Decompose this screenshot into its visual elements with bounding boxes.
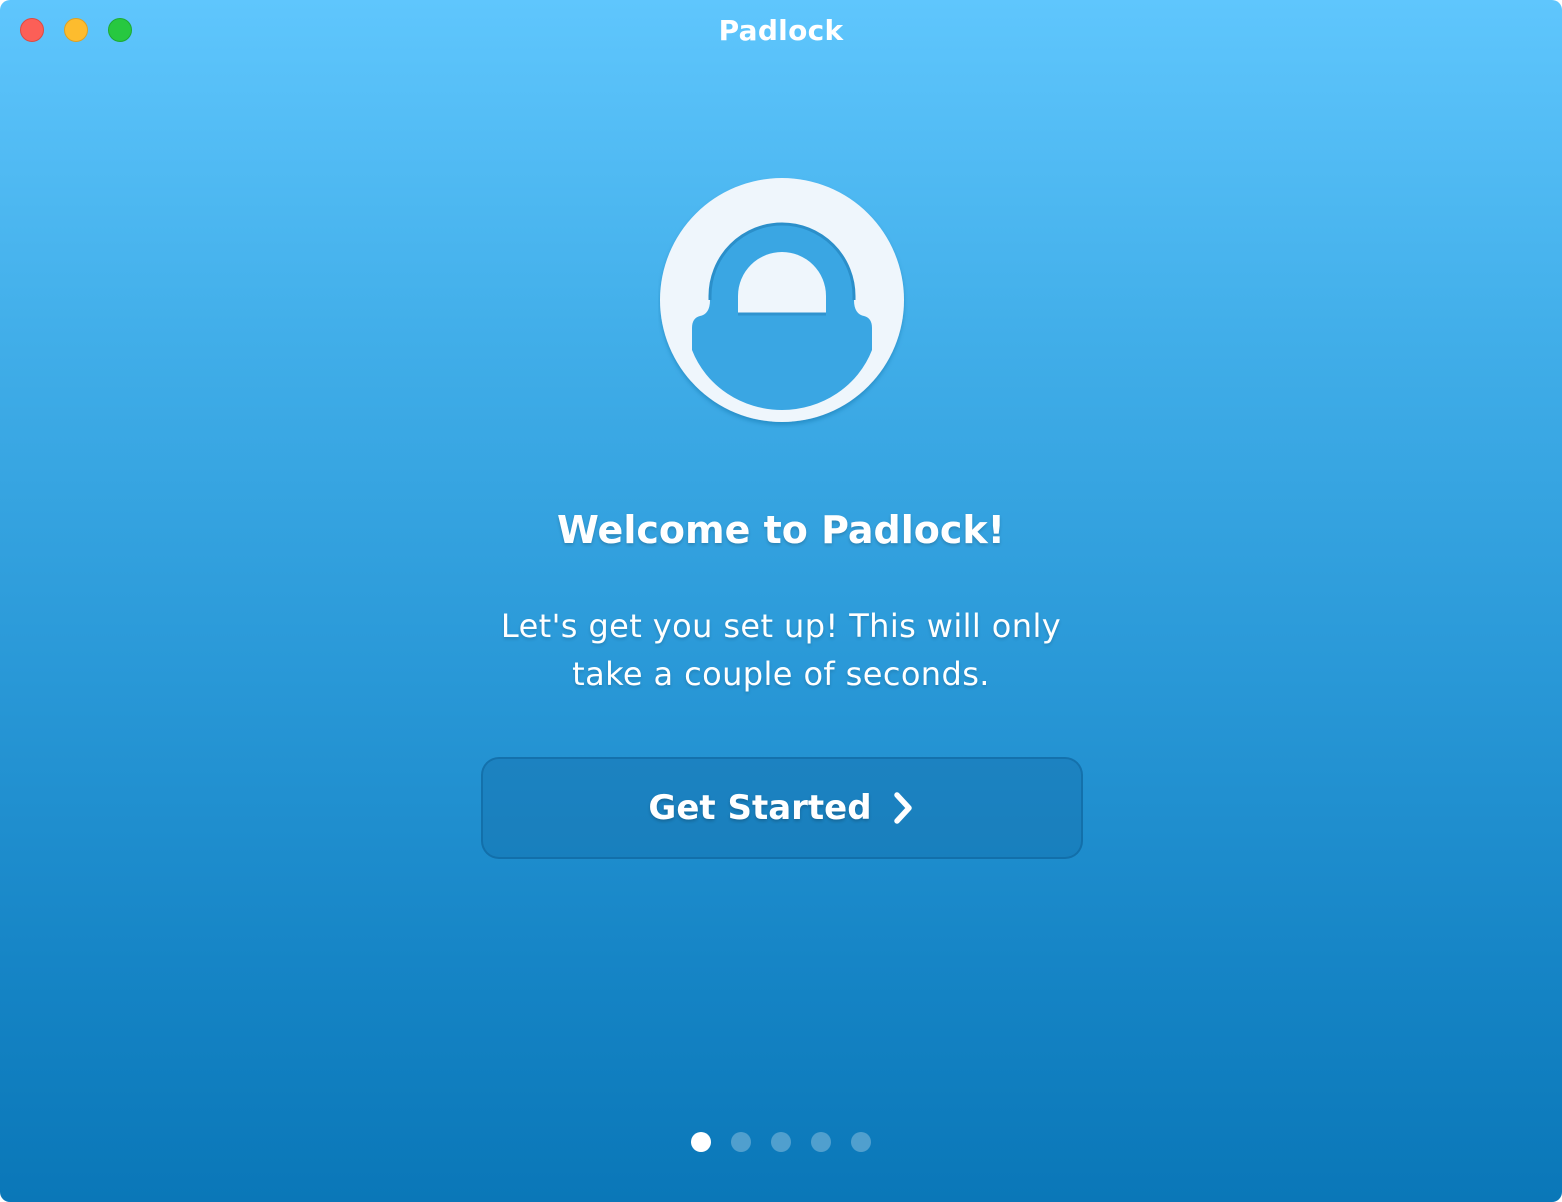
page-dot-1[interactable] [691, 1132, 711, 1152]
subtitle-line-1: Let's get you set up! This will only [500, 607, 1062, 645]
page-dot-5[interactable] [851, 1132, 871, 1152]
chevron-right-icon [893, 792, 912, 824]
welcome-subtitle: Let's get you set up! This will only tak… [481, 602, 1081, 698]
welcome-heading: Welcome to Padlock! [556, 508, 1006, 552]
get-started-button[interactable]: Get Started [481, 757, 1083, 859]
title-bar[interactable]: Padlock [0, 0, 1562, 62]
subtitle-line-2: take a couple of seconds. [572, 655, 990, 693]
page-dot-3[interactable] [771, 1132, 791, 1152]
padlock-icon [660, 178, 904, 422]
get-started-label: Get Started [648, 788, 872, 828]
page-dot-2[interactable] [731, 1132, 751, 1152]
page-dot-4[interactable] [811, 1132, 831, 1152]
page-indicator [0, 1132, 1562, 1152]
window-title: Padlock [718, 14, 844, 47]
app-window: Padlock Welcome to Padlock! Let's get yo… [0, 0, 1562, 1202]
